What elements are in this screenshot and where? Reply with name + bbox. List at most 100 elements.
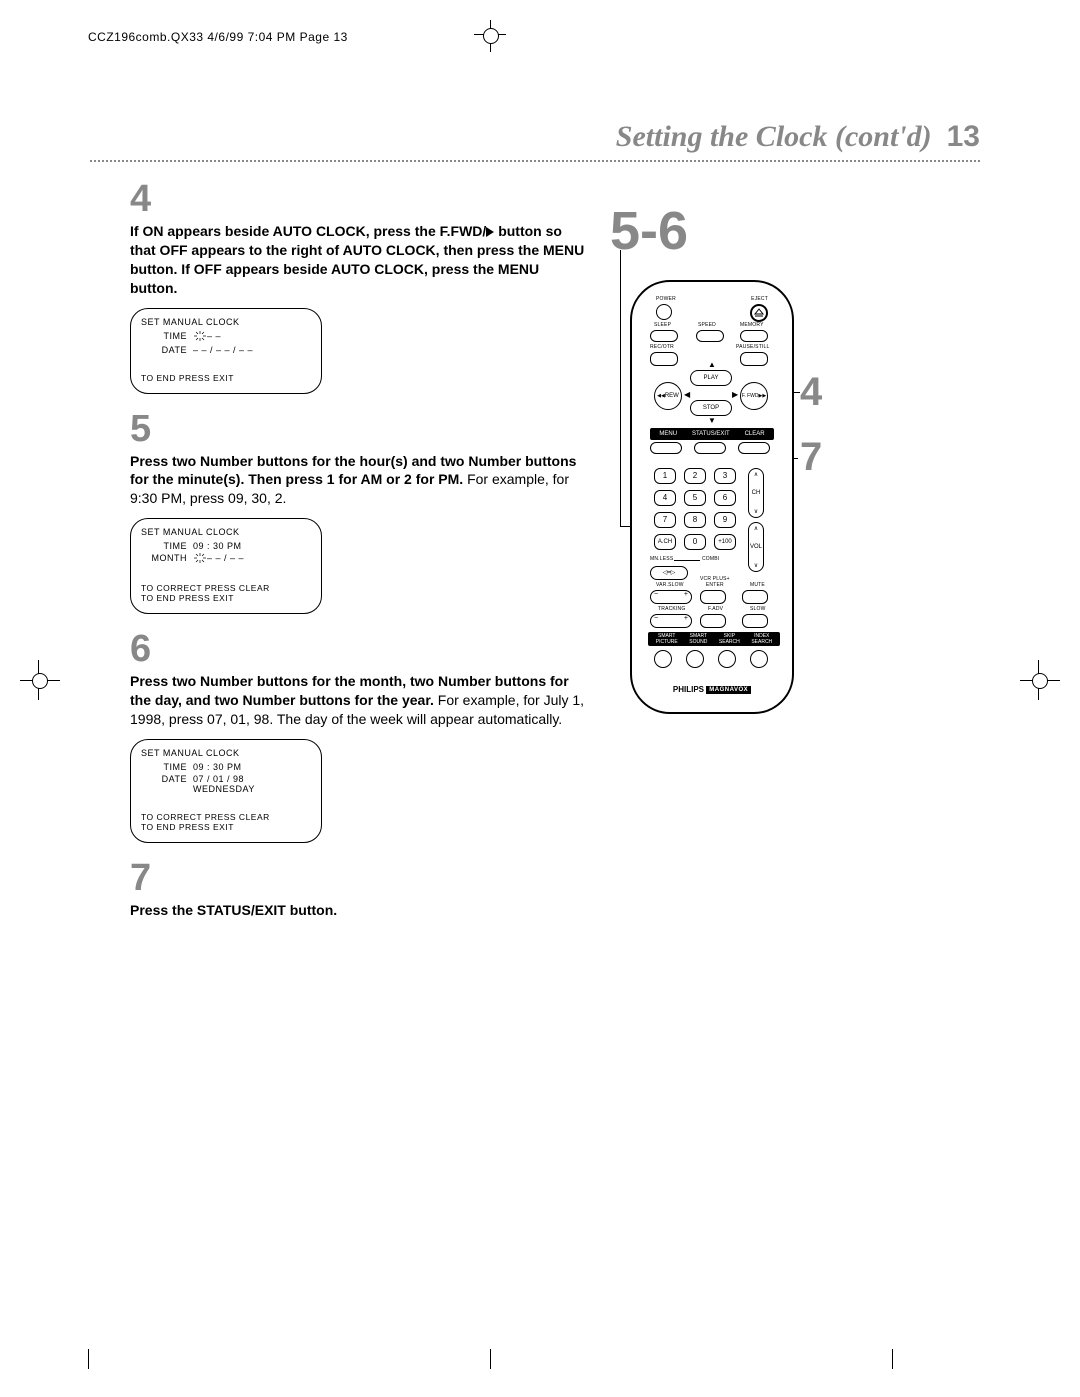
ach-button[interactable]: A.CH (654, 534, 676, 550)
num-7[interactable]: 7 (654, 512, 676, 528)
step-7-bold: Press the STATUS/EXIT button. (130, 902, 337, 918)
divider (674, 560, 700, 561)
num-6[interactable]: 6 (714, 490, 736, 506)
clear-button[interactable] (738, 442, 770, 454)
page-title: Setting the Clock (cont'd) 13 (616, 120, 980, 154)
varslow-label: VAR.SLOW (656, 582, 684, 588)
tv5-month-val: – – / – – (207, 553, 244, 565)
recotr-button[interactable] (650, 352, 678, 366)
dotted-rule (90, 160, 980, 162)
mute-button[interactable] (742, 590, 768, 604)
right-arrow-icon: ▶ (732, 390, 738, 399)
tv5-time-lbl: TIME (141, 541, 193, 551)
tv-screen-step6: SET MANUAL CLOCK TIME 09 : 30 PM DATE 07… (130, 739, 322, 843)
tracking-button[interactable]: − + (650, 614, 692, 628)
brand-magnavox: MAGNAVOX (706, 686, 751, 694)
step-4-bold-1: If ON appears beside AUTO CLOCK, press t… (130, 223, 486, 239)
tv6-bottom1: TO CORRECT PRESS CLEAR (141, 812, 311, 822)
tv4-title: SET MANUAL CLOCK (141, 317, 311, 327)
memory-button[interactable] (740, 330, 768, 342)
vol-label: VOL (750, 544, 762, 550)
power-button[interactable] (656, 304, 672, 320)
page-header: CCZ196comb.QX33 4/6/99 7:04 PM Page 13 (88, 30, 348, 44)
bottom-labels: SMART PICTURE SMART SOUND SKIP SEARCH IN… (648, 632, 780, 646)
plus100-button[interactable]: +100 (714, 534, 736, 550)
num-0[interactable]: 0 (684, 534, 706, 550)
num-1[interactable]: 1 (654, 468, 676, 484)
brand-row: PHILIPS MAGNAVOX (632, 685, 792, 694)
statusexit-button[interactable] (694, 442, 726, 454)
num-5[interactable]: 5 (684, 490, 706, 506)
rew-label: REW (665, 393, 679, 399)
tv4-date-val: – – / – – / – – (193, 345, 253, 355)
tracking-label: TRACKING (658, 606, 685, 612)
play-button[interactable]: PLAY (690, 370, 732, 386)
ch-label: CH (752, 490, 761, 496)
tv5-title: SET MANUAL CLOCK (141, 527, 311, 537)
page-number: 13 (947, 120, 980, 153)
slow-button[interactable] (742, 614, 768, 628)
down-arrow-icon: ▼ (708, 416, 716, 425)
fadv-label: F.ADV (708, 606, 723, 612)
ch-rocker[interactable]: ∧ CH ∨ (748, 468, 764, 518)
tv5-bottom1: TO CORRECT PRESS CLEAR (141, 583, 311, 593)
tv5-month-lbl: MONTH (141, 553, 193, 565)
combi-label: COMBI (702, 556, 719, 562)
chevron-down-icon: ∨ (754, 562, 758, 569)
slow-label: SLOW (750, 606, 766, 612)
skipsearch-button[interactable] (718, 650, 736, 668)
tv6-title: SET MANUAL CLOCK (141, 748, 311, 758)
speed-button[interactable] (696, 330, 724, 342)
crop-mark-top (490, 20, 491, 52)
chevron-up-icon: ∧ (754, 471, 758, 478)
callout-5-6: 5-6 (610, 200, 688, 262)
vcrplus-button[interactable] (700, 590, 726, 604)
tv4-time-lbl: TIME (141, 331, 193, 343)
indexsearch-button[interactable] (750, 650, 768, 668)
vcrplus-label: VCR PLUS+ ENTER (700, 576, 730, 588)
tv4-bottom1: TO END PRESS EXIT (141, 373, 311, 383)
varslow-button[interactable]: − + (650, 590, 692, 604)
tv6-time-lbl: TIME (141, 762, 193, 772)
up-arrow-icon: ▲ (708, 360, 716, 369)
smartsnd-button[interactable] (686, 650, 704, 668)
tv4-time-val: – – (207, 331, 221, 343)
ffwd-button[interactable]: F. FWD▶▶ (740, 382, 768, 410)
num-2[interactable]: 2 (684, 468, 706, 484)
vol-rocker[interactable]: ∧ VOL ∨ (748, 522, 764, 572)
speed-label: SPEED (698, 322, 716, 328)
num-4[interactable]: 4 (654, 490, 676, 506)
mute-label: MUTE (750, 582, 765, 588)
left-arrow-icon: ◀ (684, 390, 690, 399)
fadv-button[interactable] (700, 614, 726, 628)
remote-control: POWER EJECT SLEEP SPEED MEMORY REC/OTR P… (630, 280, 794, 714)
mnless-button[interactable]: ◁━▷ (650, 566, 688, 580)
tv4-date-lbl: DATE (141, 345, 193, 355)
mnless-label: MN.LESS (650, 556, 673, 562)
rew-button[interactable]: ◀◀REW (654, 382, 682, 410)
stop-button[interactable]: STOP (690, 400, 732, 416)
num-3[interactable]: 3 (714, 468, 736, 484)
eject-label: EJECT (751, 296, 768, 302)
callout-7: 7 (800, 435, 822, 480)
clear-label: CLEAR (745, 431, 765, 437)
statusexit-label: STATUS/EXIT (692, 431, 730, 437)
callout-4: 4 (800, 370, 822, 415)
smartpic-label: SMART PICTURE (656, 633, 678, 645)
num-9[interactable]: 9 (714, 512, 736, 528)
step-7-text: Press the STATUS/EXIT button. (130, 901, 590, 920)
smartpic-button[interactable] (654, 650, 672, 668)
tv5-time-val: 09 : 30 PM (193, 541, 242, 551)
step-6-text: Press two Number buttons for the month, … (130, 672, 590, 729)
eject-button[interactable] (750, 304, 768, 322)
tv6-bottom2: TO END PRESS EXIT (141, 822, 311, 832)
memory-label: MEMORY (740, 322, 764, 328)
skipsearch-label: SKIP SEARCH (719, 633, 740, 645)
menu-button[interactable] (650, 442, 682, 454)
power-label: POWER (656, 296, 676, 302)
pausestill-button[interactable] (740, 352, 768, 366)
tv6-time-val: 09 : 30 PM (193, 762, 242, 772)
num-8[interactable]: 8 (684, 512, 706, 528)
sleep-button[interactable] (650, 330, 678, 342)
step-5-text: Press two Number buttons for the hour(s)… (130, 452, 590, 509)
